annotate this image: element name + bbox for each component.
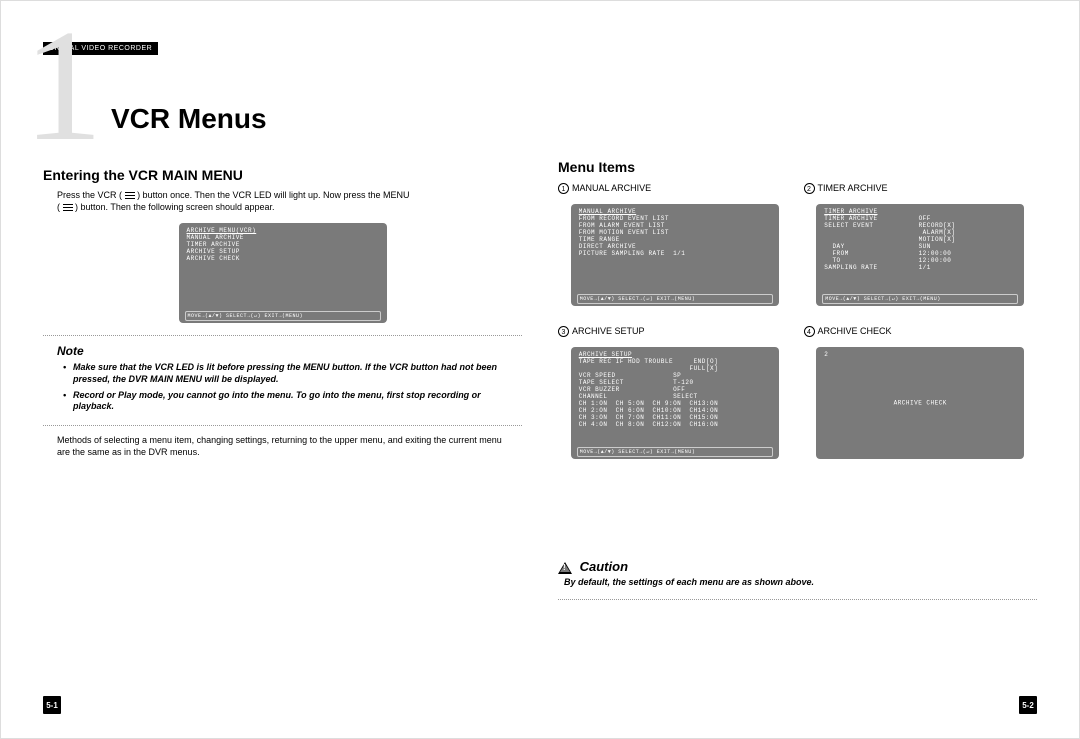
page-spread: DIGITAL VIDEO RECORDER 1 VCR Menus Enter… (0, 0, 1080, 739)
screen-line: FROM MOTION EVENT LIST (579, 229, 771, 236)
note-list: Make sure that the VCR LED is lit before… (43, 362, 522, 413)
intro-text-d: ) button. Then the following screen shou… (75, 202, 274, 212)
archive-setup-screen: ARCHIVE SETUP TAPE REC IF HDD TROUBLE EN… (571, 347, 779, 459)
menu-item-archive-check: 4ARCHIVE CHECK 2 ARCHIVE CHECK (804, 326, 1038, 469)
menu-button-icon (63, 204, 73, 212)
intro-paragraph: Press the VCR ( ) button once. Then the … (43, 189, 522, 213)
screen-line: TIMER ARCHIVE (187, 241, 379, 248)
divider (43, 335, 522, 336)
screen-line: CH 3:ON CH 7:ON CH11:ON CH15:ON (579, 414, 771, 421)
caution-block: Caution By default, the settings of each… (558, 559, 1037, 600)
screen-line: CH 1:ON CH 5:ON CH 9:ON CH13:ON (579, 400, 771, 407)
menu-item-manual-archive: 1MANUAL ARCHIVE MANUAL ARCHIVE FROM RECO… (558, 183, 792, 316)
screen-line: CH 4:ON CH 8:ON CH12:ON CH16:ON (579, 421, 771, 428)
note-heading: Note (57, 344, 522, 358)
screen-line: VCR BUZZER OFF (579, 386, 771, 393)
screen-line: PICTURE SAMPLING RATE 1/1 (579, 250, 771, 257)
note-item: Record or Play mode, you cannot go into … (65, 390, 522, 413)
vcr-button-icon (125, 192, 135, 200)
screen-line: TIMER ARCHIVE OFF (824, 215, 1016, 222)
screen-line: FROM 12:00:00 (824, 250, 1016, 257)
screen-center-text: ARCHIVE CHECK (894, 400, 947, 407)
screen-title: ARCHIVE MENU(VCR) (187, 227, 379, 234)
screen-line: TIME RANGE (579, 236, 771, 243)
archive-menu-screen: ARCHIVE MENU(VCR) MANUAL ARCHIVE TIMER A… (179, 223, 387, 323)
screen-line: DIRECT ARCHIVE (579, 243, 771, 250)
screen-title: ARCHIVE SETUP (579, 351, 771, 358)
section-heading-entering: Entering the VCR MAIN MENU (43, 167, 522, 183)
screen-line: SAMPLING RATE 1/1 (824, 264, 1016, 271)
screen-line: TO 12:00:00 (824, 257, 1016, 264)
section-heading-menu-items: Menu Items (558, 159, 1037, 175)
screen-line: CHANNEL SELECT (579, 393, 771, 400)
item-number-icon: 3 (558, 326, 569, 337)
chapter-title: VCR Menus (43, 59, 522, 135)
screen-line: ALARM[X] (824, 229, 1016, 236)
manual-archive-screen: MANUAL ARCHIVE FROM RECORD EVENT LIST FR… (571, 204, 779, 306)
item-number-icon: 1 (558, 183, 569, 194)
screen-footer: MOVE→(▲/▼) SELECT→(↵) EXIT→(MENU) (822, 294, 1018, 304)
archive-check-screen: 2 ARCHIVE CHECK (816, 347, 1024, 459)
screen-line: ARCHIVE SETUP (187, 248, 379, 255)
menu-item-archive-setup: 3ARCHIVE SETUP ARCHIVE SETUP TAPE REC IF… (558, 326, 792, 469)
item-label: MANUAL ARCHIVE (572, 183, 651, 193)
chapter-header: 1 VCR Menus (43, 59, 522, 149)
menu-item-timer-archive: 2TIMER ARCHIVE TIMER ARCHIVE TIMER ARCHI… (804, 183, 1038, 316)
timer-archive-screen: TIMER ARCHIVE TIMER ARCHIVE OFF SELECT E… (816, 204, 1024, 306)
menu-items-grid: 1MANUAL ARCHIVE MANUAL ARCHIVE FROM RECO… (558, 183, 1037, 469)
divider (43, 425, 522, 426)
screen-title: TIMER ARCHIVE (824, 208, 1016, 215)
methods-paragraph: Methods of selecting a menu item, changi… (43, 434, 522, 458)
screen-line: ARCHIVE CHECK (187, 255, 379, 262)
caution-heading: Caution (580, 559, 628, 574)
right-page: Menu Items 1MANUAL ARCHIVE MANUAL ARCHIV… (540, 1, 1079, 738)
screen-line: FULL[X] (579, 365, 771, 372)
item-label: TIMER ARCHIVE (818, 183, 888, 193)
screen-corner-label: 2 (824, 351, 1016, 358)
screen-line: FROM ALARM EVENT LIST (579, 222, 771, 229)
screen-line: TAPE SELECT T-120 (579, 379, 771, 386)
screen-footer: MOVE→(▲/▼) SELECT→(↵) EXIT→(MENU) (577, 447, 773, 457)
note-item: Make sure that the VCR LED is lit before… (65, 362, 522, 385)
screen-line: DAY SUN (824, 243, 1016, 250)
item-label: ARCHIVE CHECK (818, 326, 892, 336)
screen-line: CH 2:ON CH 6:ON CH10:ON CH14:ON (579, 407, 771, 414)
left-page: DIGITAL VIDEO RECORDER 1 VCR Menus Enter… (1, 1, 540, 738)
page-number-left: 5-1 (43, 696, 61, 714)
screen-line: TAPE REC IF HDD TROUBLE END[O] (579, 358, 771, 365)
screen-line: FROM RECORD EVENT LIST (579, 215, 771, 222)
divider (558, 599, 1037, 600)
intro-text-b: ) button once. Then the VCR LED will lig… (137, 190, 409, 200)
screen-line: MANUAL ARCHIVE (187, 234, 379, 241)
item-label: ARCHIVE SETUP (572, 326, 645, 336)
item-number-icon: 4 (804, 326, 815, 337)
caution-text: By default, the settings of each menu ar… (558, 577, 1037, 587)
item-number-icon: 2 (804, 183, 815, 194)
page-number-right: 5-2 (1019, 696, 1037, 714)
screen-footer: MOVE→(▲/▼) SELECT→(↵) EXIT→(MENU) (185, 311, 381, 321)
screen-line: MOTION[X] (824, 236, 1016, 243)
screen-title: MANUAL ARCHIVE (579, 208, 771, 215)
intro-text-a: Press the VCR ( (57, 190, 122, 200)
screen-line: VCR SPEED SP (579, 372, 771, 379)
caution-triangle-icon (558, 562, 572, 574)
intro-text-c: ( (57, 202, 60, 212)
screen-line: SELECT EVENT RECORD[X] (824, 222, 1016, 229)
screen-footer: MOVE→(▲/▼) SELECT→(↵) EXIT→(MENU) (577, 294, 773, 304)
